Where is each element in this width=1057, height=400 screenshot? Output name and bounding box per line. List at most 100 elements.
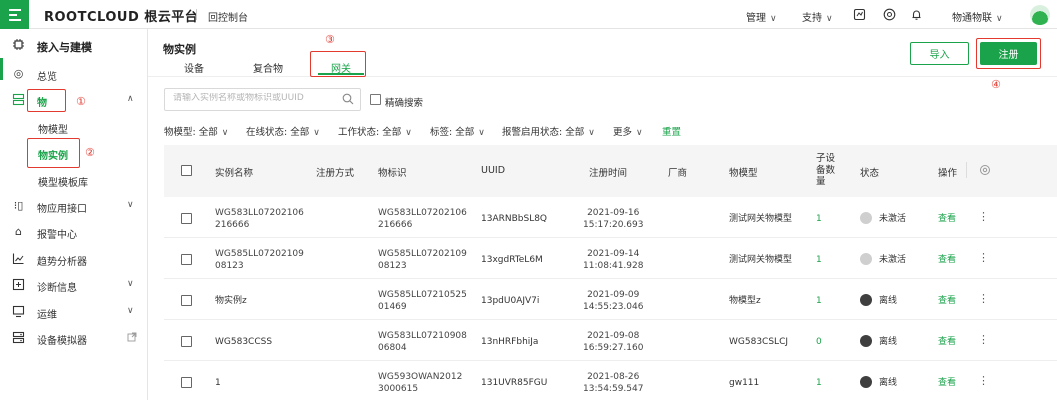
sidebar-subitem-model-templates[interactable]: 模型模板库 — [38, 174, 88, 189]
cell-line: 14:55:23.046 — [583, 302, 644, 312]
column-header-model[interactable]: 物模型 — [729, 165, 758, 179]
cell-reg-time: 2021-09-14 11:08:41.928 — [583, 248, 643, 272]
filter-more[interactable]: 更多 ∨ — [613, 124, 643, 138]
menu-icon[interactable] — [0, 0, 29, 29]
filter-model[interactable]: 物模型: 全部 ∨ — [164, 124, 228, 138]
more-icon[interactable]: ⋮ — [978, 374, 989, 387]
row-checkbox[interactable] — [181, 377, 192, 388]
row-checkbox[interactable] — [181, 254, 192, 265]
sidebar-item-diagnosis[interactable]: 诊断信息 ∨ — [0, 275, 148, 295]
chevron-down-icon[interactable]: ∨ — [127, 306, 134, 316]
column-header-status[interactable]: 状态 — [860, 165, 879, 179]
cell-child-count[interactable]: 1 — [816, 377, 822, 389]
sidebar-item-things[interactable]: 物 ∧ — [0, 90, 148, 110]
view-link[interactable]: 查看 — [938, 377, 956, 389]
cell-line: WG583LL07202106 — [378, 208, 467, 218]
view-link[interactable]: 查看 — [938, 213, 956, 225]
simulator-icon — [12, 331, 25, 344]
column-header-name[interactable]: 实例名称 — [215, 165, 253, 179]
offline-status-icon — [860, 294, 872, 306]
inactive-status-icon — [860, 212, 872, 224]
reset-link[interactable]: 重置 — [662, 124, 681, 138]
chevron-down-icon: ∨ — [636, 128, 643, 138]
row-checkbox[interactable] — [181, 336, 192, 347]
settings-icon[interactable] — [979, 164, 991, 179]
column-header-reg-method[interactable]: 注册方式 — [316, 165, 354, 179]
sidebar-item-ops[interactable]: 运维 ∨ — [0, 302, 148, 322]
nav-manage[interactable]: 管理 ∨ — [746, 9, 777, 24]
exact-search-label: 精确搜索 — [385, 98, 424, 109]
filter-tag[interactable]: 标签: 全部 ∨ — [430, 124, 485, 138]
import-button[interactable]: 导入 — [910, 42, 969, 65]
chevron-down-icon[interactable]: ∨ — [127, 279, 134, 289]
help-icon[interactable] — [883, 8, 896, 21]
filter-work-status[interactable]: 工作状态: 全部 ∨ — [338, 124, 412, 138]
cell-line: WG593OWAN2012 — [378, 372, 463, 382]
search-icon[interactable] — [342, 93, 354, 105]
view-link[interactable]: 查看 — [938, 336, 956, 348]
column-header-action[interactable]: 操作 — [938, 165, 957, 179]
annotation-number: ① — [76, 95, 86, 108]
cell-identifier: WG585LL07210525 01469 — [378, 289, 467, 313]
more-icon[interactable]: ⋮ — [978, 292, 989, 305]
cell-child-count[interactable]: 0 — [816, 336, 822, 348]
sidebar-item-overview[interactable]: ◎ 总览 — [0, 64, 148, 84]
annotation-number: ② — [85, 146, 95, 159]
column-header-uuid[interactable]: UUID — [481, 165, 505, 176]
cell-name: WG583LL07202106 216666 — [215, 207, 304, 231]
search-input[interactable] — [173, 93, 338, 103]
chevron-up-icon[interactable]: ∧ — [127, 94, 134, 104]
cell-child-count[interactable]: 1 — [816, 213, 822, 225]
user-menu[interactable]: 物通物联 ∨ — [952, 9, 1003, 24]
sidebar-item-trend[interactable]: 趋势分析器 — [0, 249, 148, 269]
avatar[interactable] — [1030, 5, 1050, 25]
sidebar-item-label: 诊断信息 — [37, 283, 77, 294]
bell-icon[interactable] — [910, 8, 923, 21]
sidebar-item-alarm[interactable]: ⌂ 报警中心 — [0, 222, 148, 242]
view-link[interactable]: 查看 — [938, 295, 956, 307]
filter-alarm-status[interactable]: 报警启用状态: 全部 ∨ — [502, 124, 595, 138]
sidebar-item-label: 运维 — [37, 310, 57, 321]
cell-model: 物模型z — [729, 296, 761, 306]
cell-name: WG585LL07202109 08123 — [215, 248, 304, 272]
tab-device[interactable]: 设备 — [184, 60, 204, 75]
diagnosis-icon — [12, 278, 25, 291]
row-checkbox[interactable] — [181, 213, 192, 224]
chip-icon — [12, 38, 25, 51]
cell-line: 08123 — [378, 261, 407, 271]
cell-child-count[interactable]: 1 — [816, 295, 822, 307]
filter-label: 工作状态: 全部 — [338, 127, 402, 138]
api-icon: ⁝▯ — [13, 199, 24, 212]
cell-line: 2021-09-14 — [587, 249, 640, 259]
cell-line: 3000615 — [378, 384, 419, 394]
chevron-down-icon: ∨ — [405, 128, 412, 138]
more-icon[interactable]: ⋮ — [978, 210, 989, 223]
nav-support[interactable]: 支持 ∨ — [802, 9, 833, 24]
cell-child-count[interactable]: 1 — [816, 254, 822, 266]
more-icon[interactable]: ⋮ — [978, 251, 989, 264]
sidebar-subitem-thing-model[interactable]: 物模型 — [38, 121, 68, 136]
user-name: 物通物联 — [952, 13, 992, 24]
select-all-checkbox[interactable] — [181, 165, 192, 176]
column-header-reg-time[interactable]: 注册时间 — [589, 165, 627, 179]
note-icon[interactable] — [853, 8, 866, 21]
external-link-icon[interactable] — [127, 332, 137, 345]
sidebar-item-api[interactable]: ⁝▯ 物应用接口 ∨ — [0, 196, 148, 216]
back-to-console-link[interactable]: 回控制台 — [208, 9, 248, 24]
tab-composite[interactable]: 复合物 — [253, 60, 283, 75]
column-header-identifier[interactable]: 物标识 — [378, 165, 407, 179]
column-header-vendor[interactable]: 厂商 — [668, 165, 687, 179]
chevron-down-icon: ∨ — [588, 128, 595, 138]
cell-model: WG583CSLCJ — [729, 337, 789, 347]
cell-status: 离线 — [879, 337, 898, 347]
exact-search-checkbox[interactable] — [370, 94, 381, 105]
filter-online-status[interactable]: 在线状态: 全部 ∨ — [246, 124, 320, 138]
row-checkbox[interactable] — [181, 295, 192, 306]
cell-line: 06804 — [378, 343, 407, 353]
more-icon[interactable]: ⋮ — [978, 333, 989, 346]
chevron-down-icon[interactable]: ∨ — [127, 200, 134, 210]
chevron-down-icon: ∨ — [996, 14, 1003, 24]
sidebar-item-simulator[interactable]: 设备模拟器 — [0, 328, 148, 348]
column-header-child-count[interactable]: 子设 备数 量 — [816, 153, 835, 188]
view-link[interactable]: 查看 — [938, 254, 956, 266]
